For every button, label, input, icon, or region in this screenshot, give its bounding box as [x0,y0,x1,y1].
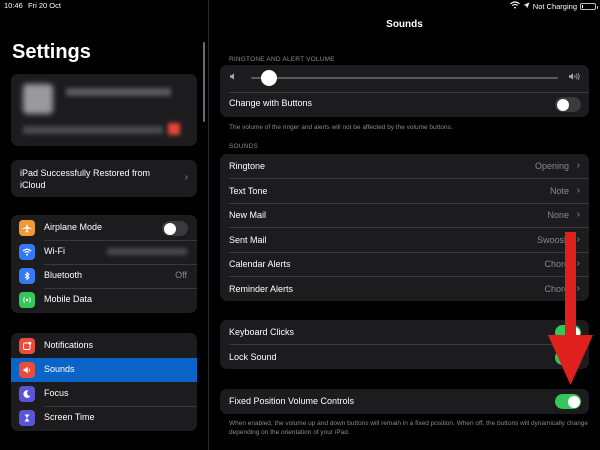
sound-row-text-tone[interactable]: Text Tone Note › [220,179,589,203]
sidebar-item-focus[interactable]: Focus [11,382,197,406]
sound-label: New Mail [229,210,267,220]
keyboard-clicks-row[interactable]: Keyboard Clicks [220,320,589,345]
profile-name-redacted [66,88,171,96]
sound-label: Ringtone [229,161,266,171]
chevron-right-icon: › [576,160,580,171]
sound-value: Note [549,185,569,196]
speaker-low-icon [229,72,238,83]
sidebar-item-mobile-data[interactable]: Mobile Data [11,288,197,312]
restored-banner[interactable]: iPad Successfully Restored from iCloud › [11,160,197,197]
sound-row-new-mail[interactable]: New Mail None › [220,203,589,228]
section-header-volume: RINGTONE AND ALERT VOLUME [229,56,335,63]
sidebar-item-label: Bluetooth [44,270,83,280]
sidebar-item-notifications[interactable]: Notifications [11,334,197,358]
sound-row-reminder-alerts[interactable]: Reminder Alerts Chord › [220,277,589,302]
sidebar-item-label: Wi-Fi [44,246,65,256]
sound-label: Text Tone [229,185,268,196]
avatar [23,84,53,114]
speaker-high-icon [568,72,581,83]
wifi-network-redacted [107,248,187,255]
notifications-icon [19,338,35,354]
sound-value: None [547,210,569,220]
change-with-buttons-row[interactable]: Change with Buttons [220,92,589,117]
sound-label: Sent Mail [229,234,267,245]
chevron-right-icon: › [576,184,580,196]
sidebar-item-label: Airplane Mode [44,222,103,232]
fixed-position-row[interactable]: Fixed Position Volume Controls [220,389,589,414]
focus-icon [19,386,35,402]
page-title: Settings [12,41,91,63]
battery-icon [580,2,598,10]
sidebar-item-label: Screen Time [44,412,95,422]
connectivity-group: Airplane Mode Wi-Fi Bluetooth Off Mobile… [11,215,197,313]
wifi-status-icon [509,1,520,11]
change-with-buttons-label: Change with Buttons [229,98,313,108]
status-bar-right: Not Charging [209,0,600,12]
status-date: Fri 20 Oct [28,1,61,10]
sounds-group: Ringtone Opening › Text Tone Note › New … [220,154,589,301]
fixed-position-toggle[interactable] [555,394,581,409]
restored-banner-text: iPad Successfully Restored from iCloud [20,168,151,190]
fixed-position-group: Fixed Position Volume Controls [220,389,589,414]
screen-time-icon [19,410,35,426]
sidebar-item-sounds[interactable]: Sounds [11,358,197,382]
location-icon [523,2,530,11]
sidebar-item-airplane-mode[interactable]: Airplane Mode [11,216,197,240]
sidebar-item-bluetooth[interactable]: Bluetooth Off [11,264,197,288]
general-group: Notifications Sounds Focus Screen Time [11,333,197,431]
change-with-buttons-toggle[interactable] [555,97,581,112]
airplane-mode-toggle[interactable] [162,221,188,236]
sidebar-scrollbar[interactable] [203,42,205,122]
keyboard-clicks-label: Keyboard Clicks [229,327,295,337]
mobile-data-icon [19,292,35,308]
sound-label: Reminder Alerts [229,283,294,294]
volume-group: Change with Buttons [220,65,589,117]
sidebar-item-wifi[interactable]: Wi-Fi [11,240,197,264]
feedback-group: Keyboard Clicks Lock Sound [220,320,589,369]
status-time: 10:46 [4,1,23,10]
sidebar-item-label: Sounds [44,364,75,374]
page-title: Sounds [386,19,423,30]
sound-value: Opening [534,161,569,171]
fixed-position-footer: When enabled, the volume up and down but… [229,420,589,436]
airplane-icon [19,220,35,236]
sound-row-ringtone[interactable]: Ringtone Opening › [220,154,589,179]
volume-footer: The volume of the ringer and alerts will… [229,124,453,131]
charging-status: Not Charging [532,1,577,11]
profile-subtitle-redacted [23,126,163,134]
volume-slider-row [220,65,589,92]
settings-sidebar: 10:46 Fri 20 Oct Settings iPad Successfu… [0,0,208,450]
section-header-sounds: SOUNDS [229,143,259,150]
fixed-position-label: Fixed Position Volume Controls [229,396,355,406]
lock-sound-row[interactable]: Lock Sound [220,345,589,370]
volume-slider-track[interactable] [251,77,558,79]
bluetooth-status: Off [175,270,187,280]
red-arrow-annotation [548,232,593,385]
sidebar-item-label: Notifications [44,340,94,350]
sounds-icon [19,362,35,378]
sound-row-calendar-alerts[interactable]: Calendar Alerts Chord › [220,252,589,277]
sidebar-item-label: Mobile Data [44,294,93,304]
sound-label: Calendar Alerts [229,259,291,269]
sound-row-sent-mail[interactable]: Sent Mail Swoosh › [220,228,589,252]
sidebar-item-screen-time[interactable]: Screen Time [11,406,197,430]
profile-badge-redacted [168,123,180,135]
sidebar-item-label: Focus [44,388,69,398]
wifi-icon [19,244,35,260]
apple-id-profile-card[interactable] [11,74,197,146]
lock-sound-label: Lock Sound [229,351,277,362]
bluetooth-icon [19,268,35,284]
chevron-right-icon: › [576,209,580,220]
volume-slider-thumb[interactable] [261,70,278,86]
chevron-right-icon: › [184,172,188,183]
